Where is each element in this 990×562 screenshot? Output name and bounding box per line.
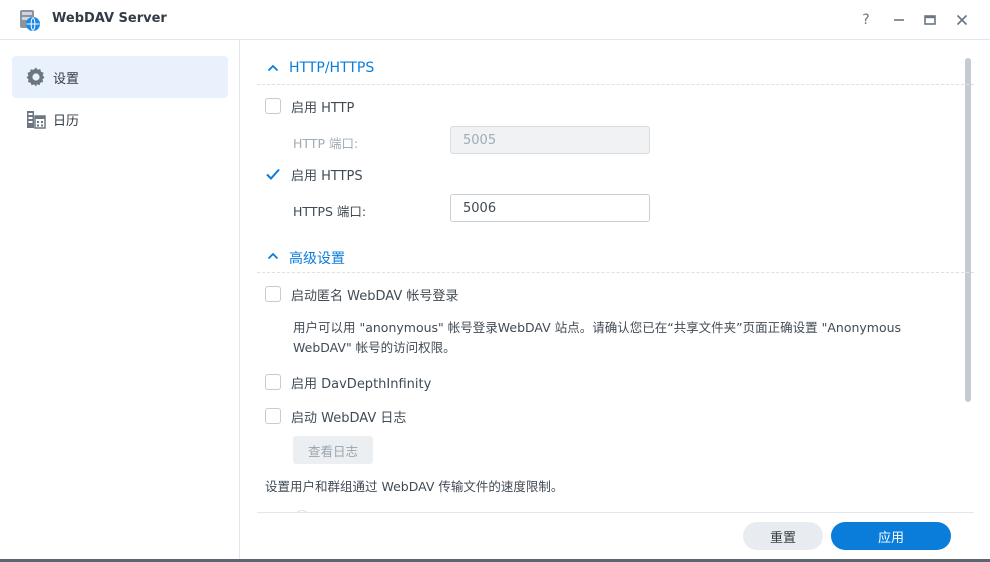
anonymous-description: 用户可以用 "anonymous" 帐号登录WebDAV 站点。请确认您已在“共… — [293, 320, 902, 355]
window-title: WebDAV Server — [52, 11, 167, 26]
webdav-app-icon — [17, 8, 41, 32]
apply-button[interactable]: 应用 — [831, 522, 951, 550]
dav-depth-row: 启用 DavDepthInfinity — [265, 372, 431, 392]
chevron-up-icon[interactable] — [267, 250, 279, 262]
sidebar-item-label: 日历 — [53, 113, 80, 129]
checkbox-label: 启用 HTTPS — [291, 168, 363, 184]
scrollbar[interactable] — [965, 58, 971, 402]
checkbox-label: 启动匿名 WebDAV 帐号登录 — [291, 288, 459, 304]
https-port-input[interactable] — [450, 194, 650, 222]
section-title: HTTP/HTTPS — [289, 60, 375, 76]
sidebar-item-calendar[interactable]: 日历 — [12, 98, 228, 140]
title-bar: WebDAV Server ? — [0, 0, 990, 40]
https-port-label: HTTPS 端口: — [293, 204, 367, 219]
enable-https-checkbox[interactable] — [265, 166, 281, 182]
maximize-icon[interactable] — [920, 10, 940, 30]
close-icon[interactable] — [952, 10, 972, 30]
anonymous-login-row: 启动匿名 WebDAV 帐号登录 — [265, 284, 458, 304]
sidebar-item-label: 设置 — [53, 71, 80, 87]
checkbox-label: 启动 WebDAV 日志 — [291, 410, 407, 426]
enable-http-row: 启用 HTTP — [265, 96, 354, 116]
webdav-log-row: 启动 WebDAV 日志 — [265, 406, 406, 426]
checkbox-label: 启用 HTTP — [291, 100, 355, 116]
chevron-up-icon[interactable] — [267, 62, 279, 74]
section-title: 高级设置 — [289, 251, 345, 267]
http-port-label: HTTP 端口: — [293, 136, 359, 151]
checkbox-label: 启用 DavDepthInfinity — [291, 376, 432, 392]
gear-icon — [24, 65, 48, 89]
section-advanced-header[interactable]: 高级设置 — [257, 244, 974, 273]
help-icon[interactable]: ? — [856, 10, 876, 30]
enable-http-checkbox[interactable] — [265, 98, 281, 114]
footer-bar: 重置 应用 — [257, 512, 974, 562]
dav-depth-checkbox[interactable] — [265, 374, 281, 390]
enable-https-row: 启用 HTTPS — [265, 164, 363, 184]
settings-content: HTTP/HTTPS 启用 HTTP HTTP 端口: 启用 HTTPS HTT… — [241, 40, 990, 562]
reset-button[interactable]: 重置 — [743, 522, 823, 550]
speed-limit-text: 设置用户和群组通过 WebDAV 传输文件的速度限制。 — [265, 479, 564, 494]
webdav-log-checkbox[interactable] — [265, 408, 281, 424]
http-port-input[interactable] — [450, 126, 650, 154]
view-log-button[interactable]: 查看日志 — [293, 436, 373, 464]
section-http-header[interactable]: HTTP/HTTPS — [257, 56, 974, 85]
sidebar-item-settings[interactable]: 设置 — [12, 56, 228, 98]
anonymous-login-checkbox[interactable] — [265, 286, 281, 302]
sidebar: 设置 日历 — [0, 40, 240, 562]
minimize-icon[interactable] — [889, 10, 909, 30]
calendar-building-icon — [24, 107, 48, 131]
